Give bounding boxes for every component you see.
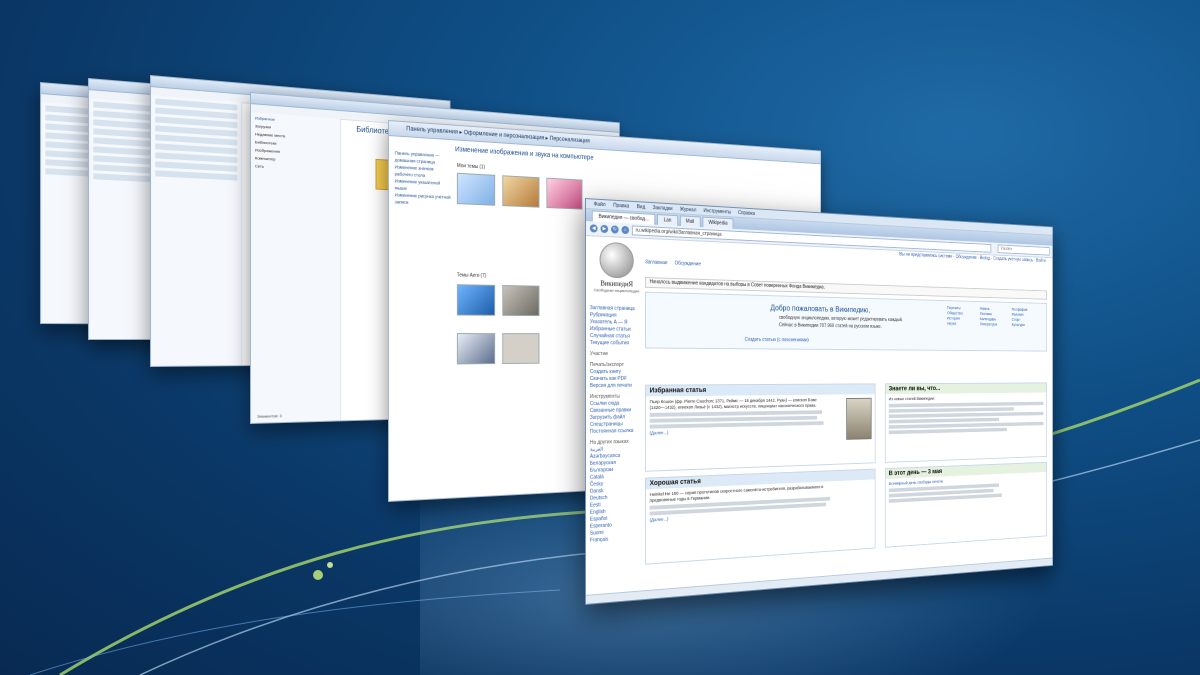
portal-link[interactable]: Культура	[1012, 322, 1040, 328]
flip3d-stack: Избранное Загрузки Недавние места Библио…	[0, 0, 1200, 675]
nav-link[interactable]: Текущие события	[590, 340, 641, 347]
tab-lan[interactable]: Lan	[657, 214, 678, 226]
menu-file[interactable]: Файл	[594, 201, 606, 208]
welcome-line1: свободную энциклопедию, которую может ре…	[778, 315, 903, 323]
aero-themes-label: Темы Aero (7)	[456, 272, 487, 279]
menu-tools[interactable]: Инструменты	[703, 208, 731, 215]
portal-links: Порталы Общество История Наука Жизнь Тех…	[947, 305, 1039, 328]
portal-link[interactable]: Литература	[980, 322, 1008, 328]
theme-thumbnail[interactable]	[502, 285, 540, 317]
create-article-link[interactable]: Создать статью (с пояснениями)	[745, 337, 809, 343]
nav-link[interactable]: Версия для печати	[590, 383, 641, 390]
home-icon[interactable]: ⌂	[621, 225, 630, 235]
portal-link[interactable]: Наука	[947, 321, 976, 327]
reload-icon[interactable]: ↻	[611, 225, 619, 234]
wikipedia-globe-icon	[599, 241, 634, 279]
navigation-pane	[151, 95, 242, 366]
theme-thumbnail[interactable]	[456, 172, 496, 206]
this-day-body: Всемирный день свободы печати	[886, 472, 1047, 547]
featured-article-body: Пьер Кошон (фр. Pierre Cauchon; 1371, Ре…	[646, 394, 875, 471]
featured-article-box: Избранная статья Пьер Кошон (фр. Pierre …	[644, 383, 876, 472]
menu-history[interactable]: Журнал	[680, 206, 696, 213]
welcome-line2: Сейчас в Википедии 707 969 статей на рус…	[778, 322, 882, 330]
tab-mail[interactable]: Mail	[679, 215, 701, 228]
good-article-box: Хорошая статья Heinkel He 100 — серия пр…	[644, 468, 876, 565]
wiki-content: Началось выдвижение кандидатов на выборы…	[644, 277, 1047, 352]
navigation-pane: Избранное Загрузки Недавние места Библио…	[250, 112, 342, 423]
back-icon[interactable]: ◀	[589, 224, 598, 233]
featured-article-text: Пьер Кошон (фр. Pierre Cauchon; 1371, Ре…	[649, 397, 817, 411]
menu-view[interactable]: Вид	[637, 204, 645, 210]
logo-subtitle: Свободная энциклопедия	[593, 287, 640, 294]
welcome-title: Добро пожаловать в Википедию,	[770, 303, 871, 315]
my-themes-label: Мои темы (1)	[456, 162, 485, 171]
featured-article-image[interactable]	[846, 397, 872, 440]
wiki-left-nav: Заглавная страница Рубрикация Указатель …	[590, 305, 641, 545]
forward-icon[interactable]: ▶	[600, 224, 609, 234]
right-column: Знаете ли вы, что... Из новых статей Вик…	[884, 382, 1047, 553]
wikipedia-page: Вы не представились системе · Обсуждение…	[586, 235, 1052, 604]
good-article-body: Heinkel He 100 — серия прототипов скорос…	[646, 479, 875, 563]
nav-heading-print[interactable]: Печать/экспорт	[590, 362, 641, 369]
side-link[interactable]: Изменение рисунка учётной записи	[395, 191, 452, 207]
browser-window[interactable]: Файл Правка Вид Закладки Журнал Инструме…	[585, 198, 1054, 605]
tab-wikipedia[interactable]: Wikipedia	[702, 216, 734, 229]
welcome-banner: Добро пожаловать в Википедию, свободную …	[644, 291, 1047, 352]
status-bar-count: Элементов: 3	[256, 413, 282, 419]
search-input[interactable]: Yandex	[997, 244, 1050, 256]
this-day-box: В этот день — 3 мая Всемирный день свобо…	[884, 461, 1047, 548]
tab-main[interactable]: Заглавная	[645, 259, 667, 266]
theme-thumbnail-windows7[interactable]	[456, 284, 496, 316]
page-tabs: Заглавная Обсуждение	[645, 259, 701, 267]
menu-help[interactable]: Справка	[738, 210, 755, 217]
personalize-side-links: Панель управления — домашняя страница Из…	[395, 149, 452, 207]
nav-link[interactable]: Постоянная ссылка	[590, 428, 641, 436]
wikipedia-logo[interactable]: ВикипедиЯ Свободная энциклопедия	[594, 241, 640, 294]
left-column: Избранная статья Пьер Кошон (фр. Pierre …	[644, 383, 876, 570]
theme-thumbnail[interactable]	[502, 175, 540, 208]
theme-thumbnail-classic[interactable]	[502, 333, 540, 364]
tab-discussion[interactable]: Обсуждение	[675, 261, 701, 268]
nav-item[interactable]: Сеть	[255, 163, 337, 173]
theme-thumbnail[interactable]	[456, 333, 496, 365]
did-you-know-lead: Из новых статей Википедии:	[888, 396, 935, 402]
nav-heading-participation[interactable]: Участие	[590, 351, 641, 358]
did-you-know-body: Из новых статей Википедии:	[886, 392, 1047, 461]
menu-edit[interactable]: Правка	[613, 202, 629, 209]
menu-bookmarks[interactable]: Закладки	[653, 205, 673, 212]
did-you-know-box: Знаете ли вы, что... Из новых статей Вик…	[884, 382, 1047, 463]
theme-thumbnail[interactable]	[546, 177, 583, 210]
